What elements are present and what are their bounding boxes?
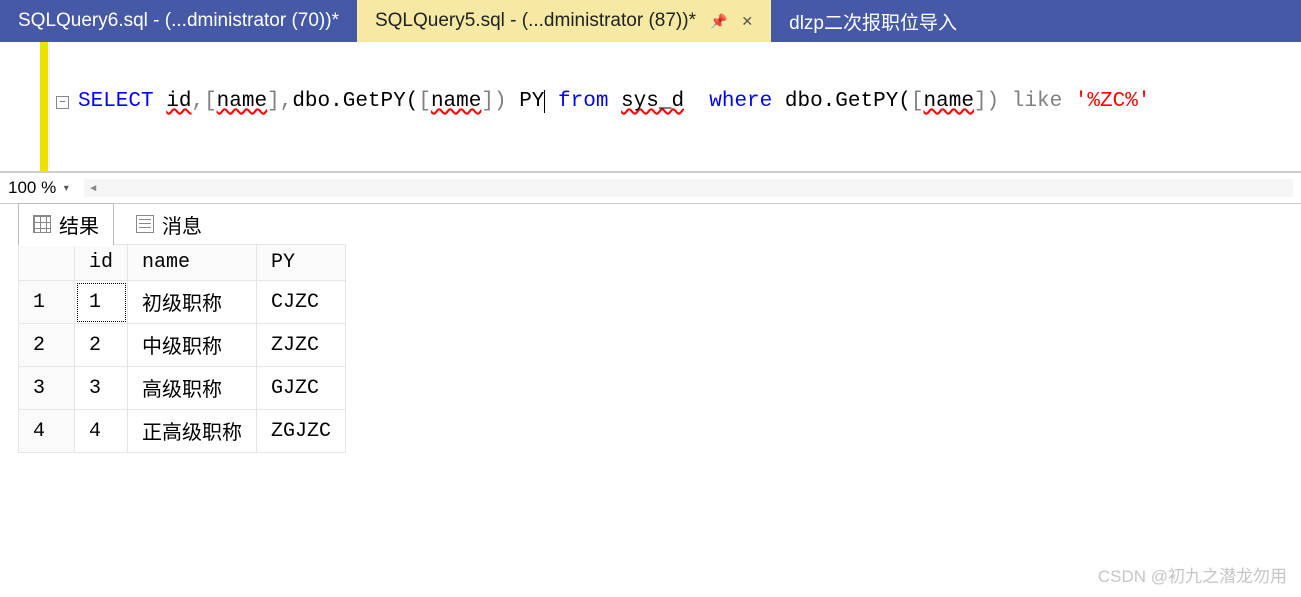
ident-id: id: [166, 90, 191, 113]
row-number[interactable]: 4: [19, 410, 75, 453]
cell-py[interactable]: ZGJZC: [257, 410, 346, 453]
table-row[interactable]: 2 2 中级职称 ZJZC: [19, 324, 346, 367]
header-id[interactable]: id: [75, 245, 128, 281]
cell-py[interactable]: ZJZC: [257, 324, 346, 367]
header-rownum[interactable]: [19, 245, 75, 281]
results-tabstrip: 结果 消息: [0, 204, 1301, 244]
scroll-left-icon[interactable]: ◄: [84, 179, 102, 197]
cell-py[interactable]: GJZC: [257, 367, 346, 410]
pin-icon[interactable]: 📌: [710, 13, 727, 30]
row-number[interactable]: 3: [19, 367, 75, 410]
header-py[interactable]: PY: [257, 245, 346, 281]
tab-label: dlzp二次报职位导入: [789, 8, 957, 35]
tab-messages-label: 消息: [162, 210, 202, 239]
cell-name[interactable]: 初级职称: [128, 281, 257, 324]
string-literal: '%ZC%': [1075, 90, 1151, 113]
close-icon[interactable]: ✕: [741, 13, 753, 30]
messages-icon: [136, 215, 154, 233]
horizontal-scrollbar[interactable]: ◄: [84, 179, 1293, 197]
ident-name: name: [217, 90, 267, 113]
zoom-bar: 100 % ▾ ◄: [0, 172, 1301, 204]
tab-results-label: 结果: [59, 210, 99, 239]
tab-sqlquery5[interactable]: SQLQuery5.sql - (...dministrator (87))* …: [357, 0, 771, 42]
change-indicator: [40, 42, 48, 172]
results-grid[interactable]: id name PY 1 1 初级职称 CJZC 2 2 中级职称 ZJZC 3…: [18, 244, 346, 453]
row-number[interactable]: 2: [19, 324, 75, 367]
tab-label: SQLQuery6.sql - (...dministrator (70))*: [18, 10, 339, 32]
tab-results[interactable]: 结果: [18, 203, 114, 246]
header-row: id name PY: [19, 245, 346, 281]
header-name[interactable]: name: [128, 245, 257, 281]
tab-label: SQLQuery5.sql - (...dministrator (87))*: [375, 10, 696, 32]
ident-sysd: sys_d: [621, 90, 684, 113]
table-row[interactable]: 1 1 初级职称 CJZC: [19, 281, 346, 324]
fold-icon[interactable]: −: [56, 96, 69, 109]
table-row[interactable]: 4 4 正高级职称 ZGJZC: [19, 410, 346, 453]
table-row[interactable]: 3 3 高级职称 GJZC: [19, 367, 346, 410]
tab-dlzp[interactable]: dlzp二次报职位导入: [771, 0, 975, 42]
watermark: CSDN @初九之潜龙勿用: [1098, 562, 1287, 587]
sql-code-line[interactable]: SELECT id,[name],dbo.GetPY([name]) PY fr…: [78, 90, 1150, 113]
cell-id[interactable]: 4: [75, 410, 128, 453]
cell-id[interactable]: 2: [75, 324, 128, 367]
cell-name[interactable]: 正高级职称: [128, 410, 257, 453]
keyword-select: SELECT: [78, 90, 154, 113]
sql-editor[interactable]: − SELECT id,[name],dbo.GetPY([name]) PY …: [0, 42, 1301, 172]
document-tabs: SQLQuery6.sql - (...dministrator (70))* …: [0, 0, 1301, 42]
zoom-level: 100 %: [8, 178, 56, 198]
cell-py[interactable]: CJZC: [257, 281, 346, 324]
cell-id[interactable]: 3: [75, 367, 128, 410]
tab-sqlquery6[interactable]: SQLQuery6.sql - (...dministrator (70))*: [0, 0, 357, 42]
grid-icon: [33, 215, 51, 233]
tab-messages[interactable]: 消息: [122, 204, 216, 245]
cell-id[interactable]: 1: [75, 281, 128, 324]
row-number[interactable]: 1: [19, 281, 75, 324]
cell-name[interactable]: 中级职称: [128, 324, 257, 367]
zoom-dropdown-icon[interactable]: ▾: [58, 180, 74, 196]
cell-name[interactable]: 高级职称: [128, 367, 257, 410]
